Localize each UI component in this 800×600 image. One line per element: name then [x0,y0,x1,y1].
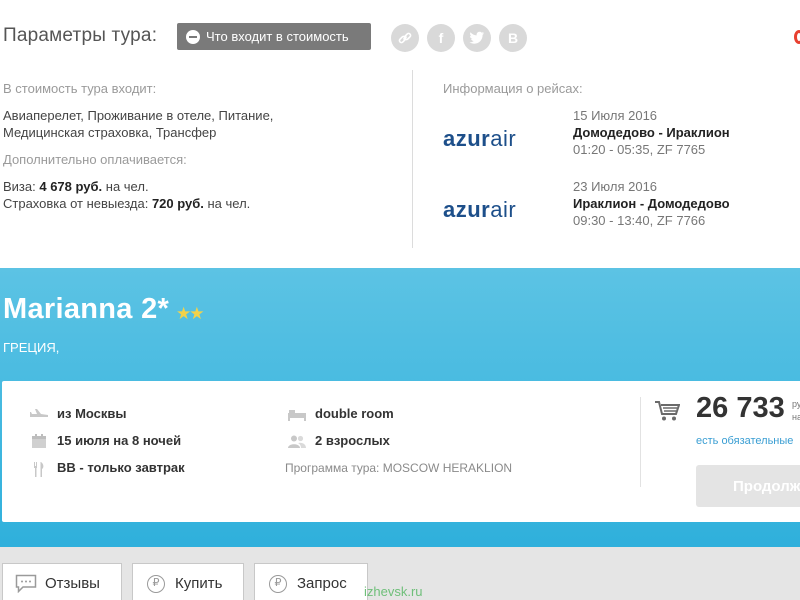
card-divider [640,397,641,487]
plane-icon [29,408,48,422]
cart-icon[interactable] [654,400,681,422]
tab-buy-label: Купить [175,575,223,592]
flights-label: Информация о рейсах: [443,81,583,96]
tab-request[interactable]: ₽ Запрос [254,563,368,600]
included-line-1: Авиаперелет, Проживание в отеле, Питание… [3,108,274,123]
calendar-icon [30,434,48,448]
tour-program: Программа тура: MOSCOW HERAKLION [285,461,513,475]
tour-card [2,381,800,522]
whats-included-button[interactable]: Что входит в стоимость [177,23,371,50]
extra-paid-label: Дополнительно оплачивается: [3,152,187,167]
included-label: В стоимость тура входит: [3,81,157,96]
insurance-row: Страховка от невыезда: 720 руб. на чел. [3,196,251,211]
price-currency: ру на [792,399,800,422]
room-type: double room [315,406,394,421]
ruble-coin-icon: ₽ [145,574,167,594]
tour-dates: 15 июля на 8 ночей [57,433,182,448]
flight-route: Ираклион - Домодедово [573,196,730,211]
comment-icon [15,574,37,594]
ruble-coin-icon: ₽ [267,574,289,594]
obligatory-payments-link[interactable]: есть обязательные [696,435,793,447]
flight-time: 01:20 - 05:35, ZF 7765 [573,142,706,157]
airline-logo: azurair [443,126,517,151]
included-line-2: Медицинская страховка, Трансфер [3,125,217,140]
hotel-country: ГРЕЦИЯ, [3,340,60,355]
hotel-name: Marianna 2* [3,293,170,325]
link-icon[interactable] [391,24,419,52]
cutlery-icon [30,462,48,477]
flight-return: 23 Июля 2016 Ираклион - Домодедово 09:30… [573,178,730,229]
tab-reviews-label: Отзывы [45,575,100,592]
facebook-icon[interactable]: f [427,24,455,52]
meal-plan: BB - только завтрак [57,460,185,475]
airline-logo: azurair [443,197,517,222]
vk-icon[interactable]: B [499,24,527,52]
flight-time: 09:30 - 13:40, ZF 7766 [573,213,706,228]
visa-row: Виза: 4 678 руб. на чел. [3,179,149,194]
partial-logo-icon [794,30,800,44]
whats-included-label: Что входит в стоимость [206,29,349,44]
parameters-title: Параметры тура: [3,25,158,46]
flight-date: 23 Июля 2016 [573,179,658,194]
tab-reviews[interactable]: Отзывы [2,563,122,600]
flight-date: 15 Июля 2016 [573,108,658,123]
flight-route: Домодедово - Ираклион [573,125,730,140]
tab-request-label: Запрос [297,575,347,592]
column-divider [412,70,413,248]
continue-button[interactable]: Продолж [696,465,800,507]
hotel-stars: ★★ [176,304,205,323]
tab-buy[interactable]: ₽ Купить [132,563,244,600]
departure-city: из Москвы [57,406,127,421]
bed-icon [288,409,306,423]
flight-outbound: 15 Июля 2016 Домодедово - Ираклион 01:20… [573,107,730,158]
guest-count: 2 взрослых [315,433,390,448]
watermark: izhevsk.ru [364,584,423,599]
twitter-icon[interactable] [463,24,491,52]
minus-circle-icon [186,29,200,44]
tour-price: 26 733 [696,392,785,424]
guests-icon [288,435,306,449]
